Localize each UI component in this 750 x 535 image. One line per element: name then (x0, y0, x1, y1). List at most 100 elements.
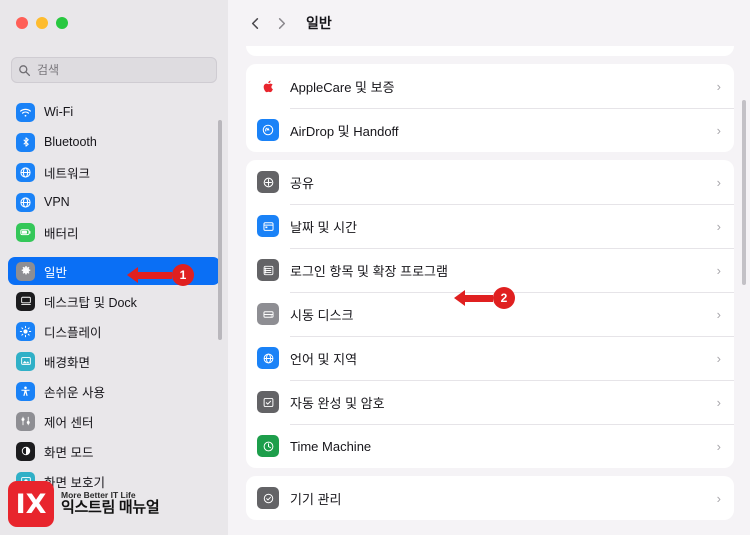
sidebar-item-screen-mode[interactable]: 화면 모드 (8, 437, 220, 465)
chevron-right-icon: › (716, 262, 721, 278)
row-startup-disk[interactable]: 시동 디스크 › (246, 292, 734, 336)
sidebar-item-label: 데스크탑 및 Dock (44, 295, 137, 310)
device-management-icon (257, 487, 279, 509)
row-login-items[interactable]: 로그인 항목 및 확장 프로그램 › (246, 248, 734, 292)
bluetooth-icon (16, 132, 35, 152)
chevron-right-icon: › (716, 174, 721, 190)
time-machine-icon (257, 435, 279, 457)
sidebar-item-label: VPN (44, 195, 70, 209)
search-placeholder: 검색 (37, 63, 60, 77)
row-label: AppleCare 및 보증 (290, 79, 395, 95)
minimize-window-button[interactable] (36, 17, 48, 29)
chevron-right-icon: › (716, 350, 721, 366)
sidebar-item-battery[interactable]: 배터리 (8, 218, 220, 246)
sidebar-item-wallpaper[interactable]: 배경화면 (8, 347, 220, 375)
sidebar-item-control-center[interactable]: 제어 센터 (8, 407, 220, 435)
zoom-window-button[interactable] (56, 17, 68, 29)
toolbar: 일반 (228, 0, 750, 46)
control-center-icon (16, 411, 35, 431)
login-items-icon (257, 259, 279, 281)
row-sharing[interactable]: 공유 › (246, 160, 734, 204)
sidebar-item-label: 배터리 (44, 226, 79, 241)
row-label: 공유 (290, 175, 314, 191)
sidebar-divider (8, 248, 220, 257)
sharing-icon (257, 171, 279, 193)
page-title: 일반 (306, 15, 332, 31)
chevron-right-icon: › (716, 78, 721, 94)
chevron-right-icon: › (716, 306, 721, 322)
sidebar-item-label: Wi-Fi (44, 105, 74, 119)
row-autofill-passwords[interactable]: 자동 완성 및 암호 › (246, 380, 734, 424)
sidebar-item-accessibility[interactable]: 손쉬운 사용 (8, 377, 220, 405)
language-region-icon (257, 347, 279, 369)
row-label: 기기 관리 (290, 491, 342, 507)
sidebar-item-display[interactable]: 디스플레이 (8, 317, 220, 345)
battery-icon (16, 222, 35, 242)
row-device-management[interactable]: 기기 관리 › (246, 476, 734, 520)
sidebar-item-wifi[interactable]: Wi-Fi (8, 98, 220, 126)
row-time-machine[interactable]: Time Machine › (246, 424, 734, 468)
row-applecare[interactable]: AppleCare 및 보증 › (246, 64, 734, 108)
settings-list: AppleCare 및 보증 › AirDrop 및 Handoff › 공유 … (228, 46, 750, 535)
row-label: 시동 디스크 (290, 307, 354, 323)
sidebar-item-label: 네트워크 (44, 166, 91, 181)
airdrop-icon (257, 119, 279, 141)
general-gear-icon (16, 261, 35, 281)
chevron-right-icon: › (716, 394, 721, 410)
sidebar-item-label: 제어 센터 (44, 415, 94, 430)
chevron-right-icon: › (716, 122, 721, 138)
system-settings-window: 검색 Wi-Fi Bluetooth 네트워크 VPN 배터리 일반 데스크탑 … (0, 0, 750, 535)
sidebar: 검색 Wi-Fi Bluetooth 네트워크 VPN 배터리 일반 데스크탑 … (0, 0, 228, 535)
applecare-icon (257, 75, 279, 97)
settings-group-3: 기기 관리 › (246, 476, 734, 520)
partial-group-above (246, 46, 734, 56)
chevron-right-icon: › (716, 218, 721, 234)
sidebar-item-label: 일반 (44, 265, 68, 280)
close-window-button[interactable] (16, 17, 28, 29)
search-icon (18, 64, 31, 77)
sidebar-item-bluetooth[interactable]: Bluetooth (8, 128, 220, 156)
sidebar-item-label: 배경화면 (44, 355, 91, 370)
wifi-icon (16, 102, 35, 122)
row-label: 로그인 항목 및 확장 프로그램 (290, 263, 448, 279)
sidebar-item-desktop-dock[interactable]: 데스크탑 및 Dock (8, 287, 220, 315)
row-label: AirDrop 및 Handoff (290, 123, 399, 139)
row-label: Time Machine (290, 438, 372, 454)
accessibility-icon (16, 381, 35, 401)
sidebar-item-label: 손쉬운 사용 (44, 385, 105, 400)
screen-mode-icon (16, 441, 35, 461)
row-label: 자동 완성 및 암호 (290, 395, 385, 411)
watermark-logo: IX (8, 481, 54, 527)
sidebar-scrollbar[interactable] (218, 120, 222, 340)
watermark-text: More Better IT Life 익스트림 매뉴얼 (61, 490, 160, 517)
sidebar-item-label: 화면 모드 (44, 445, 94, 460)
watermark: IX More Better IT Life 익스트림 매뉴얼 (8, 481, 160, 527)
sidebar-item-label: Bluetooth (44, 135, 97, 149)
settings-group-1: AppleCare 및 보증 › AirDrop 및 Handoff › (246, 64, 734, 152)
row-label: 언어 및 지역 (290, 351, 358, 367)
sidebar-item-network[interactable]: 네트워크 (8, 158, 220, 186)
forward-button[interactable] (268, 10, 294, 36)
network-icon (16, 162, 35, 182)
sidebar-nav: Wi-Fi Bluetooth 네트워크 VPN 배터리 일반 데스크탑 및 D… (8, 98, 220, 497)
back-button[interactable] (242, 10, 268, 36)
row-date-time[interactable]: 날짜 및 시간 › (246, 204, 734, 248)
watermark-name: 익스트림 매뉴얼 (61, 499, 160, 517)
sidebar-item-label: 디스플레이 (44, 325, 102, 340)
sidebar-item-general[interactable]: 일반 (8, 257, 220, 285)
chevron-right-icon: › (716, 438, 721, 454)
autofill-passwords-icon (257, 391, 279, 413)
desktop-dock-icon (16, 291, 35, 311)
sidebar-item-vpn[interactable]: VPN (8, 188, 220, 216)
main-scrollbar[interactable] (742, 100, 746, 285)
row-language-region[interactable]: 언어 및 지역 › (246, 336, 734, 380)
row-airdrop-handoff[interactable]: AirDrop 및 Handoff › (246, 108, 734, 152)
display-icon (16, 321, 35, 341)
date-time-icon (257, 215, 279, 237)
window-traffic-lights (16, 17, 68, 29)
startup-disk-icon (257, 303, 279, 325)
search-input[interactable]: 검색 (11, 57, 217, 83)
main-panel: 일반 AppleCare 및 보증 › AirDrop 및 Handoff › … (228, 0, 750, 535)
vpn-icon (16, 192, 35, 212)
chevron-right-icon: › (716, 490, 721, 506)
